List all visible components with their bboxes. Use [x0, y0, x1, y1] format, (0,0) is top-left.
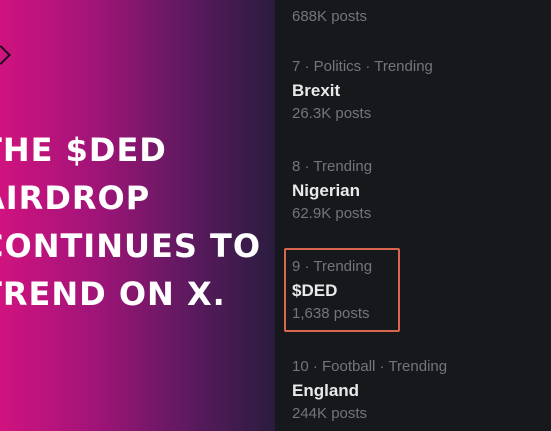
trend-meta: 9 · Trending — [292, 258, 373, 275]
headline: THE $DED AIRDROP CONTINUES TO TREND ON X… — [0, 126, 275, 318]
trend-meta: 7 · Politics · Trending — [292, 58, 433, 75]
headline-line: CONTINUES TO — [0, 227, 262, 265]
trend-item-previous[interactable]: 688K posts — [292, 8, 367, 26]
trend-title: Brexit — [292, 81, 341, 100]
trend-post-count: 1,638 posts — [292, 305, 370, 322]
trend-item-ded[interactable]: 9 · Trending $DED 1,638 posts — [292, 258, 372, 323]
trend-title: $DED — [292, 281, 338, 300]
headline-line: TREND ON X. — [0, 275, 226, 313]
trend-post-count: 26.3K posts — [292, 105, 372, 122]
trend-item-england[interactable]: 10 · Football · Trending England 244K po… — [292, 358, 447, 423]
trend-meta: 8 · Trending — [292, 158, 373, 175]
trend-title: England — [292, 381, 360, 400]
trend-item-nigerian[interactable]: 8 · Trending Nigerian 62.9K posts — [292, 158, 372, 223]
trend-post-count: 244K posts — [292, 405, 368, 422]
headline-line: AIRDROP — [0, 179, 151, 217]
headline-line: THE $DED — [0, 131, 167, 169]
trend-post-count: 688K posts — [292, 8, 368, 25]
promo-graphic: THE $DED AIRDROP CONTINUES TO TREND ON X… — [0, 0, 275, 431]
trend-meta: 10 · Football · Trending — [292, 358, 448, 375]
arrow-icon — [0, 45, 11, 65]
trend-post-count: 62.9K posts — [292, 205, 372, 222]
trending-list: 688K posts 7 · Politics · Trending Brexi… — [275, 0, 551, 431]
trend-title: Nigerian — [292, 181, 361, 200]
trend-item-brexit[interactable]: 7 · Politics · Trending Brexit 26.3K pos… — [292, 58, 433, 123]
